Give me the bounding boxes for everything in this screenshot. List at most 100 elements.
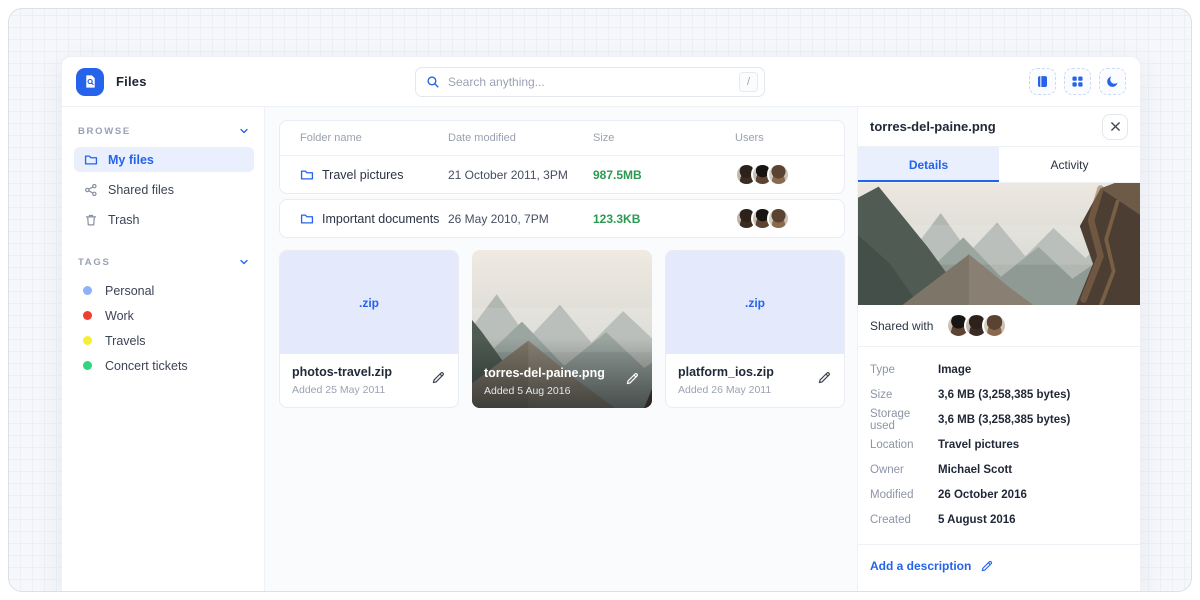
app-header: Files / — [62, 57, 1140, 107]
file-card-torres-del-paine[interactable]: torres-del-paine.png Added 5 Aug 2016 — [472, 250, 652, 408]
panel-tabs: Details Activity — [858, 147, 1140, 183]
pencil-icon — [431, 370, 446, 385]
close-panel-button[interactable] — [1102, 114, 1128, 140]
edit-button[interactable] — [817, 370, 832, 385]
grid-view-button[interactable] — [1064, 68, 1091, 95]
detail-row-storage-used: Storage used 3,6 MB (3,258,385 bytes) — [870, 407, 1128, 432]
folder-icon — [300, 212, 314, 226]
sidebar-item-trash[interactable]: Trash — [74, 207, 254, 232]
detail-row-type: Type Image — [870, 357, 1128, 382]
pencil-icon — [817, 370, 832, 385]
folders-table-row-card: Important documents 26 May 2010, 7PM 123… — [279, 199, 845, 238]
detail-value: 3,6 MB (3,258,385 bytes) — [938, 389, 1070, 401]
trash-icon — [84, 213, 98, 227]
chevron-down-icon[interactable] — [238, 125, 250, 137]
share-icon — [84, 183, 98, 197]
date-modified: 26 May 2010, 7PM — [448, 212, 593, 226]
moon-icon — [1105, 74, 1120, 89]
shared-avatars — [946, 313, 1007, 338]
dark-mode-button[interactable] — [1099, 68, 1126, 95]
detail-value: 3,6 MB (3,258,385 bytes) — [938, 414, 1070, 426]
table-row[interactable]: Travel pictures 21 October 2011, 3PM 987… — [280, 156, 844, 193]
book-icon — [1035, 74, 1050, 89]
tag-dot — [83, 286, 92, 295]
pencil-icon — [625, 371, 640, 386]
detail-row-modified: Modified 26 October 2016 — [870, 482, 1128, 507]
edit-button[interactable] — [431, 370, 446, 385]
file-added-date: Added 5 Aug 2016 — [484, 385, 640, 397]
tag-label: Travels — [105, 334, 146, 348]
sidebar-item-label: My files — [108, 153, 154, 167]
file-name: torres-del-paine.png — [484, 366, 640, 380]
tag-item-travels[interactable]: Travels — [74, 328, 254, 353]
detail-value: 5 August 2016 — [938, 514, 1016, 526]
folder-size: 123.3KB — [593, 212, 735, 226]
zip-badge: .zip — [359, 296, 379, 310]
detail-row-created: Created 5 August 2016 — [870, 507, 1128, 532]
folder-name: Important documents — [322, 212, 439, 226]
search-bar[interactable]: / — [415, 67, 765, 97]
folder-name: Travel pictures — [322, 168, 404, 182]
pencil-icon — [980, 559, 994, 573]
detail-value: 26 October 2016 — [938, 489, 1027, 501]
shared-with-row: Shared with — [858, 305, 1140, 347]
sidebar-item-shared-files[interactable]: Shared files — [74, 177, 254, 202]
edit-button[interactable] — [625, 371, 640, 386]
tag-item-concert-tickets[interactable]: Concert tickets — [74, 353, 254, 378]
column-header: Date modified — [448, 132, 593, 144]
table-header-row: Folder name Date modified Size Users — [280, 121, 844, 156]
file-preview — [858, 183, 1140, 305]
tab-details[interactable]: Details — [858, 147, 999, 182]
sidebar-item-my-files[interactable]: My files — [74, 147, 254, 172]
tag-item-personal[interactable]: Personal — [74, 278, 254, 303]
date-modified: 21 October 2011, 3PM — [448, 168, 593, 182]
detail-row-size: Size 3,6 MB (3,258,385 bytes) — [870, 382, 1128, 407]
library-button[interactable] — [1029, 68, 1056, 95]
tag-dot — [83, 361, 92, 370]
zip-thumbnail: .zip — [280, 251, 458, 354]
file-card-platform-ios[interactable]: .zip platform_ios.zip Added 26 May 2011 — [665, 250, 845, 408]
file-search-icon — [83, 74, 98, 89]
page-title: Files — [116, 74, 147, 89]
chevron-down-icon[interactable] — [238, 256, 250, 268]
sidebar: BROWSE My files — [62, 107, 265, 592]
detail-value: Michael Scott — [938, 464, 1012, 476]
panel-title: torres-del-paine.png — [870, 119, 996, 134]
detail-label: Modified — [870, 489, 938, 501]
folder-icon — [84, 153, 98, 167]
users-avatars — [735, 207, 824, 230]
folder-icon — [300, 168, 314, 182]
file-card-photos-travel[interactable]: .zip photos-travel.zip Added 25 May 2011 — [279, 250, 459, 408]
tag-label: Personal — [105, 284, 154, 298]
detail-label: Type — [870, 364, 938, 376]
sidebar-item-label: Trash — [108, 213, 140, 227]
page-background: Files / — [8, 8, 1192, 592]
table-row[interactable]: Important documents 26 May 2010, 7PM 123… — [280, 200, 844, 237]
add-description-link[interactable]: Add a description — [858, 545, 1140, 587]
search-input[interactable] — [448, 75, 731, 89]
detail-row-owner: Owner Michael Scott — [870, 457, 1128, 482]
file-added-date: Added 25 May 2011 — [292, 384, 446, 396]
file-name: platform_ios.zip — [678, 365, 832, 379]
column-header: Folder name — [300, 132, 448, 144]
detail-label: Created — [870, 514, 938, 526]
mountain-photo — [858, 183, 1140, 305]
detail-label: Storage used — [870, 408, 938, 432]
tab-activity[interactable]: Activity — [999, 147, 1140, 182]
app-window: Files / — [61, 56, 1141, 592]
app-logo — [76, 68, 104, 96]
avatar — [767, 163, 790, 186]
zip-badge: .zip — [745, 296, 765, 310]
search-icon — [426, 75, 440, 89]
browse-section-label: BROWSE — [78, 126, 131, 137]
folders-table: Folder name Date modified Size Users Tra… — [279, 120, 845, 194]
file-added-date: Added 26 May 2011 — [678, 384, 832, 396]
column-header: Users — [735, 132, 824, 144]
close-icon — [1110, 121, 1121, 132]
users-avatars — [735, 163, 824, 186]
detail-label: Location — [870, 439, 938, 451]
zip-thumbnail: .zip — [666, 251, 844, 354]
tag-item-work[interactable]: Work — [74, 303, 254, 328]
detail-value: Travel pictures — [938, 439, 1019, 451]
detail-row-location: Location Travel pictures — [870, 432, 1128, 457]
